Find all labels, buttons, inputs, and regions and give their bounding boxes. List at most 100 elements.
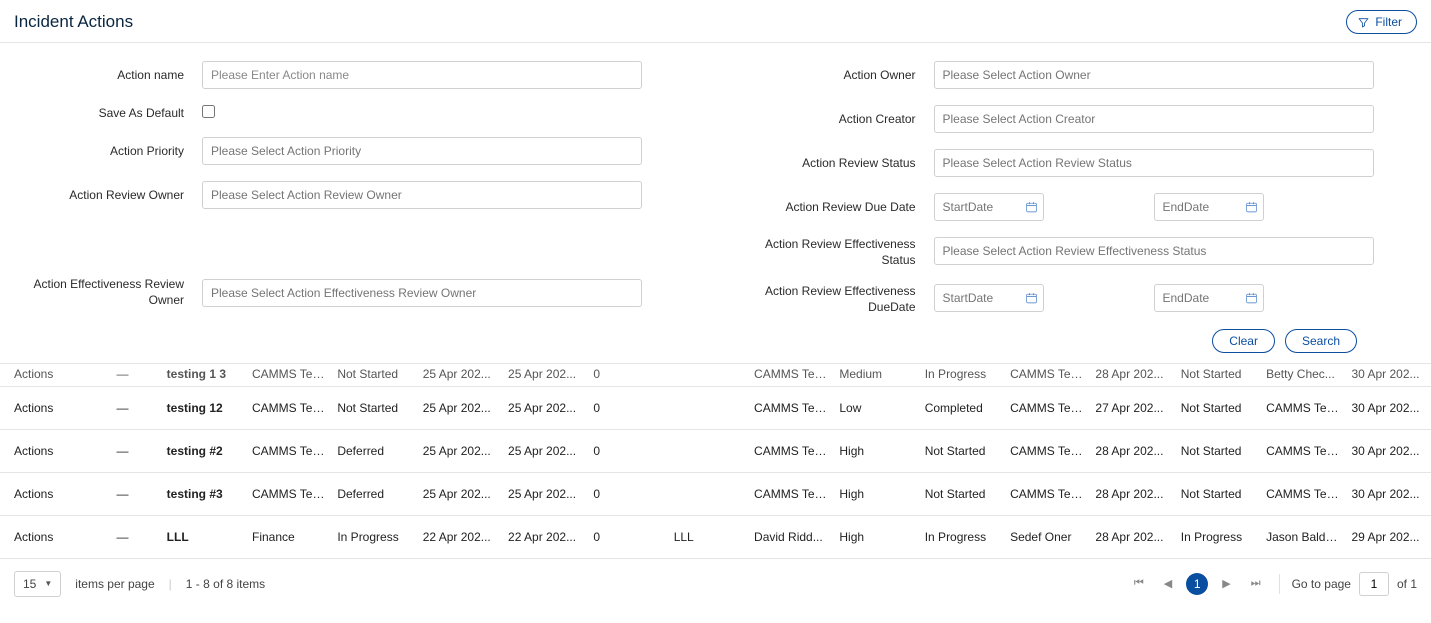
table-cell: 0 [587,472,667,515]
table-cell: CAMMS Tes... [1004,472,1089,515]
table-cell [668,364,748,386]
table-cell: 25 Apr 202... [417,472,502,515]
goto-page-input[interactable] [1359,572,1389,596]
table-cell: In Progress [331,515,416,558]
table-row[interactable]: Actions—LLLFinanceIn Progress22 Apr 202.… [0,515,1431,558]
table-cell: CAMMS Tes... [246,429,331,472]
table-row[interactable]: Actions—testing 12CAMMS Tes...Not Starte… [0,386,1431,429]
table-cell: 27 Apr 202... [1089,386,1174,429]
divider [1279,574,1280,594]
divider: | [169,577,172,591]
filter-button[interactable]: Filter [1346,10,1417,34]
table-cell: 25 Apr 202... [502,429,587,472]
table-cell: Actions [0,429,110,472]
label-action-name: Action name [14,68,184,82]
goto-label: Go to page [1292,577,1351,591]
clear-button[interactable]: Clear [1212,329,1275,353]
review-due-end-input[interactable] [1154,193,1264,221]
table-cell: Not Started [331,364,416,386]
page-size-value: 15 [23,577,36,591]
action-review-status-select[interactable] [934,149,1374,177]
items-range: 1 - 8 of 8 items [186,577,265,591]
table-cell: 22 Apr 202... [417,515,502,558]
action-priority-select[interactable] [202,137,642,165]
eff-due-start-input[interactable] [934,284,1044,312]
table-cell: — [110,386,160,429]
table-cell: Not Started [1175,386,1260,429]
table-cell: 0 [587,364,667,386]
page-size-select[interactable]: 15 [14,571,61,597]
table-cell: 0 [587,386,667,429]
table-cell: 0 [587,429,667,472]
table-row[interactable]: Actions—testing #2CAMMS Tes...Deferred25… [0,429,1431,472]
pager-prev-button[interactable]: ◀ [1158,573,1178,594]
table-cell: LLL [668,515,748,558]
table-cell: CAMMS Tes... [1004,364,1089,386]
pager-next-button[interactable]: ▶ [1216,573,1236,594]
action-review-owner-select[interactable] [202,181,642,209]
table-cell: 30 Apr 202... [1345,386,1431,429]
table-cell: 30 Apr 202... [1345,364,1431,386]
table-cell: In Progress [1175,515,1260,558]
table-cell: 22 Apr 202... [502,515,587,558]
pager-first-button[interactable]: ⏮ [1128,573,1150,594]
pager-last-button[interactable]: ⏭ [1245,573,1267,594]
table-row[interactable]: Actions—testing #3CAMMS Tes...Deferred25… [0,472,1431,515]
table-cell [668,429,748,472]
table-cell: Completed [919,386,1004,429]
items-per-page-label: items per page [75,577,154,591]
table-cell: Sedef Oner [1004,515,1089,558]
action-name-input[interactable] [202,61,642,89]
table-cell: testing 1 3 [161,364,246,386]
action-owner-select[interactable] [934,61,1374,89]
save-default-checkbox[interactable] [202,105,215,118]
table-cell: 25 Apr 202... [502,364,587,386]
table-cell: — [110,429,160,472]
table-cell: 25 Apr 202... [502,472,587,515]
table-cell: 25 Apr 202... [502,386,587,429]
table-cell: 0 [587,515,667,558]
label-eff-review-owner: Action Effectiveness Review Owner [14,277,184,308]
table-cell: Not Started [1175,364,1260,386]
table-cell: Low [833,386,918,429]
table-cell: — [110,515,160,558]
page-title: Incident Actions [14,12,133,32]
table-cell: 29 Apr 202... [1345,515,1431,558]
review-due-start-input[interactable] [934,193,1044,221]
pager-current-page[interactable]: 1 [1186,573,1208,595]
table-cell: Not Started [919,429,1004,472]
label-review-status: Action Review Status [746,156,916,170]
table-cell: Finance [246,515,331,558]
table-cell: 25 Apr 202... [417,386,502,429]
table-cell: CAMMS Tes... [748,364,833,386]
table-cell: testing 12 [161,386,246,429]
table-cell: CAMMS Tes... [246,364,331,386]
table-cell: CAMMS Tes... [748,386,833,429]
table-cell: High [833,515,918,558]
table-cell: 30 Apr 202... [1345,472,1431,515]
eff-due-end-input[interactable] [1154,284,1264,312]
table-cell: 28 Apr 202... [1089,515,1174,558]
table-cell: 25 Apr 202... [417,429,502,472]
action-eff-status-select[interactable] [934,237,1374,265]
filter-panel: Action name Save As Default Action Prior… [0,43,1431,364]
results-table: Actions—testing 1 3CAMMS Tes...Not Start… [0,364,1431,559]
filter-icon [1357,16,1370,29]
table-cell: — [110,364,160,386]
label-action-creator: Action Creator [746,112,916,126]
label-action-priority: Action Priority [14,144,184,158]
table-cell: 30 Apr 202... [1345,429,1431,472]
table-cell: — [110,472,160,515]
table-cell: Betty Chec... [1260,364,1345,386]
goto-of-text: of 1 [1397,577,1417,591]
action-creator-select[interactable] [934,105,1374,133]
table-row[interactable]: Actions—testing 1 3CAMMS Tes...Not Start… [0,364,1431,386]
label-eff-status: Action Review Effectiveness Status [746,237,916,268]
table-cell: Actions [0,364,110,386]
search-button[interactable]: Search [1285,329,1357,353]
table-cell: 28 Apr 202... [1089,429,1174,472]
action-eff-review-owner-select[interactable] [202,279,642,307]
table-cell: CAMMS Tes... [246,472,331,515]
table-cell: CAMMS Tes... [748,472,833,515]
table-cell: 25 Apr 202... [417,364,502,386]
